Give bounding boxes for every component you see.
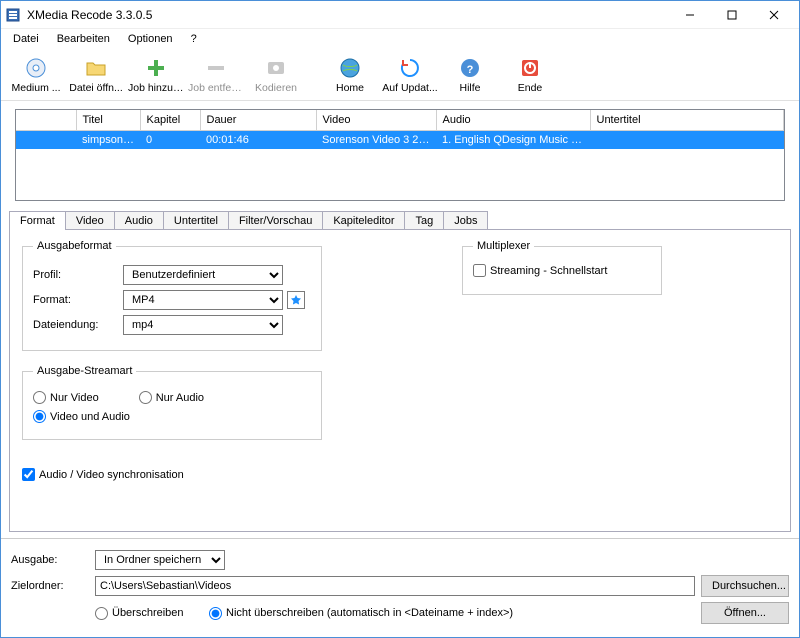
ausgabeformat-legend: Ausgabeformat — [33, 240, 116, 252]
multiplexer-group: Multiplexer Streaming - Schnellstart — [462, 240, 662, 295]
medium-button[interactable]: Medium ... — [7, 51, 65, 99]
help-button[interactable]: ? Hilfe — [441, 51, 499, 99]
menubar: Datei Bearbeiten Optionen ? — [1, 29, 799, 49]
zielordner-label: Zielordner: — [11, 580, 95, 592]
tab-audio[interactable]: Audio — [114, 211, 164, 230]
video-und-audio-radio[interactable] — [33, 410, 46, 423]
menu-optionen[interactable]: Optionen — [120, 31, 181, 47]
format-label: Format: — [33, 294, 123, 306]
file-table[interactable]: Titel Kapitel Dauer Video Audio Untertit… — [15, 109, 785, 201]
avsync-checkbox-label[interactable]: Audio / Video synchronisation — [22, 468, 184, 481]
add-job-button[interactable]: Job hinzuf... — [127, 51, 185, 99]
browse-button[interactable]: Durchsuchen... — [701, 575, 789, 597]
col-titel-header[interactable]: Titel — [76, 110, 140, 130]
ausgabeformat-group: Ausgabeformat Profil: Benutzerdefiniert … — [22, 240, 322, 351]
nicht-ueberschreiben-radio[interactable] — [209, 607, 222, 620]
streaming-checkbox-label[interactable]: Streaming - Schnellstart — [473, 264, 607, 277]
home-button[interactable]: Home — [321, 51, 379, 99]
col-untertitel-header[interactable]: Untertitel — [590, 110, 784, 130]
globe-icon — [338, 56, 362, 80]
update-button[interactable]: Auf Updat... — [381, 51, 439, 99]
menu-datei[interactable]: Datei — [5, 31, 47, 47]
nur-video-radio-label[interactable]: Nur Video — [33, 391, 99, 404]
file-table-area: Titel Kapitel Dauer Video Audio Untertit… — [1, 101, 799, 207]
folder-open-icon — [84, 56, 108, 80]
ausgabe-select[interactable]: In Ordner speichern — [95, 550, 225, 570]
tabs-area: Format Video Audio Untertitel Filter/Vor… — [1, 211, 799, 538]
open-folder-button[interactable]: Öffnen... — [701, 602, 789, 624]
minimize-button[interactable] — [669, 3, 711, 27]
col-video-header[interactable]: Video — [316, 110, 436, 130]
svg-text:?: ? — [467, 64, 474, 76]
table-row[interactable]: simpsons_t... 0 00:01:46 Sorenson Video … — [16, 130, 784, 149]
multiplexer-legend: Multiplexer — [473, 240, 534, 252]
encode-icon — [264, 56, 288, 80]
profil-label: Profil: — [33, 269, 123, 281]
ausgabe-label: Ausgabe: — [11, 554, 95, 566]
help-icon: ? — [458, 56, 482, 80]
tab-filter[interactable]: Filter/Vorschau — [228, 211, 323, 230]
video-und-audio-radio-label[interactable]: Video und Audio — [33, 410, 130, 423]
close-button[interactable] — [753, 3, 795, 27]
output-bar: Ausgabe: In Ordner speichern Zielordner:… — [1, 538, 799, 637]
plus-icon — [144, 56, 168, 80]
open-file-button[interactable]: Datei öffn... — [67, 51, 125, 99]
nur-audio-radio[interactable] — [139, 391, 152, 404]
nur-audio-radio-label[interactable]: Nur Audio — [139, 391, 204, 404]
format-select[interactable]: MP4 — [123, 290, 283, 310]
tab-kapiteleditor[interactable]: Kapiteleditor — [322, 211, 405, 230]
tab-tag[interactable]: Tag — [404, 211, 444, 230]
tab-video[interactable]: Video — [65, 211, 115, 230]
tab-jobs[interactable]: Jobs — [443, 211, 488, 230]
streaming-checkbox[interactable] — [473, 264, 486, 277]
remove-job-button: Job entfern... — [187, 51, 245, 99]
power-icon — [518, 56, 542, 80]
menu-help[interactable]: ? — [183, 31, 205, 47]
menu-bearbeiten[interactable]: Bearbeiten — [49, 31, 118, 47]
dateiendung-select[interactable]: mp4 — [123, 315, 283, 335]
quit-button[interactable]: Ende — [501, 51, 559, 99]
tab-panel-format: Ausgabeformat Profil: Benutzerdefiniert … — [9, 229, 791, 532]
col-dauer-header[interactable]: Dauer — [200, 110, 316, 130]
zielordner-input[interactable] — [95, 576, 695, 596]
tab-strip: Format Video Audio Untertitel Filter/Vor… — [9, 211, 791, 230]
col-audio-header[interactable]: Audio — [436, 110, 590, 130]
window-title: XMedia Recode 3.3.0.5 — [27, 8, 669, 22]
toolbar: Medium ... Datei öffn... Job hinzuf... J… — [1, 49, 799, 101]
encode-button: Kodieren — [247, 51, 305, 99]
titlebar: XMedia Recode 3.3.0.5 — [1, 1, 799, 29]
avsync-checkbox[interactable] — [22, 468, 35, 481]
ueberschreiben-radio[interactable] — [95, 607, 108, 620]
refresh-icon — [398, 56, 422, 80]
ueberschreiben-radio-label[interactable]: Überschreiben — [95, 607, 185, 620]
tab-untertitel[interactable]: Untertitel — [163, 211, 229, 230]
streamart-group: Ausgabe-Streamart Nur Video Nur Audio Vi… — [22, 365, 322, 440]
window-controls — [669, 3, 795, 27]
nicht-ueberschreiben-radio-label[interactable]: Nicht überschreiben (automatisch in <Dat… — [209, 607, 701, 620]
streamart-legend: Ausgabe-Streamart — [33, 365, 136, 377]
minus-icon — [204, 56, 228, 80]
dateiendung-label: Dateiendung: — [33, 319, 123, 331]
disc-icon — [24, 56, 48, 80]
profil-select[interactable]: Benutzerdefiniert — [123, 265, 283, 285]
app-icon — [5, 7, 21, 23]
favorite-button[interactable] — [287, 291, 305, 309]
nur-video-radio[interactable] — [33, 391, 46, 404]
tab-format[interactable]: Format — [9, 211, 66, 230]
col-icon-header[interactable] — [16, 110, 76, 130]
col-kapitel-header[interactable]: Kapitel — [140, 110, 200, 130]
maximize-button[interactable] — [711, 3, 753, 27]
